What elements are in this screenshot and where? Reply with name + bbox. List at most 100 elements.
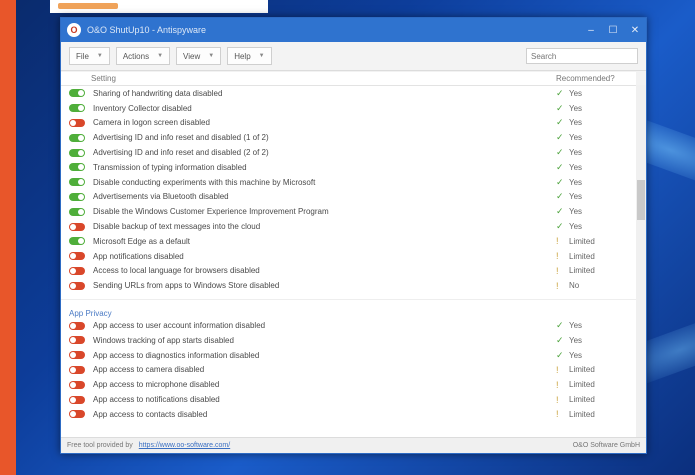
toggle-switch[interactable] xyxy=(69,365,85,374)
setting-label: App access to microphone disabled xyxy=(93,380,220,390)
group-title: App Privacy xyxy=(61,299,636,318)
toggle-switch[interactable] xyxy=(69,237,85,246)
recommended-value: Yes xyxy=(569,321,583,331)
warning-icon: ! xyxy=(556,394,559,405)
toggle-switch[interactable] xyxy=(69,133,85,142)
check-icon: ✓ xyxy=(556,176,564,187)
setting-row[interactable]: App access to user account information d… xyxy=(61,318,636,333)
toggle-switch[interactable] xyxy=(69,178,85,187)
setting-row[interactable]: Microsoft Edge as a default! Limited xyxy=(61,234,636,249)
menu-help[interactable]: Help ▼ xyxy=(227,47,272,65)
setting-label: App access to notifications disabled xyxy=(93,395,220,405)
setting-row[interactable]: App access to contacts disabled ! Limited xyxy=(61,407,636,422)
recommended-cell: ✓ Yes xyxy=(556,350,636,361)
setting-row[interactable]: App access to notifications disabled! Lim… xyxy=(61,392,636,407)
app-logo-icon: O xyxy=(67,23,81,37)
setting-row[interactable]: Access to local language for browsers di… xyxy=(61,264,636,279)
setting-label: Microsoft Edge as a default xyxy=(93,236,190,246)
toggle-switch[interactable] xyxy=(69,148,85,157)
setting-row[interactable]: App notifications disabled! Limited xyxy=(61,249,636,264)
check-icon: ✓ xyxy=(556,102,564,113)
warning-icon: ! xyxy=(556,251,559,262)
toggle-switch[interactable] xyxy=(69,281,85,290)
recommended-value: Yes xyxy=(569,133,583,143)
setting-label: Windows tracking of app starts disabled xyxy=(93,335,234,345)
toggle-switch[interactable] xyxy=(69,252,85,261)
toggle-switch[interactable] xyxy=(69,89,85,98)
recommended-value: Yes xyxy=(569,207,583,217)
check-icon: ✓ xyxy=(556,191,564,202)
toggle-switch[interactable] xyxy=(69,351,85,360)
warning-icon: ! xyxy=(556,236,559,247)
minimize-button[interactable]: – xyxy=(580,25,602,36)
toggle-switch[interactable] xyxy=(69,222,85,231)
toggle-switch[interactable] xyxy=(69,192,85,201)
toggle-switch[interactable] xyxy=(69,410,85,419)
setting-label: App access to contacts disabled xyxy=(93,409,208,419)
app-privacy-rows: App access to user account information d… xyxy=(61,318,636,422)
menu-file[interactable]: File ▼ xyxy=(69,47,110,65)
toggle-switch[interactable] xyxy=(69,207,85,216)
recommended-cell: ! Limited xyxy=(556,380,636,390)
setting-label: App notifications disabled xyxy=(93,251,184,261)
setting-row[interactable]: Transmission of typing information disab… xyxy=(61,160,636,175)
toggle-switch[interactable] xyxy=(69,380,85,389)
setting-label: Transmission of typing information disab… xyxy=(93,162,247,172)
status-bar: Free tool provided by https://www.oo-sof… xyxy=(61,437,646,453)
setting-row[interactable]: Advertisements via Bluetooth disabled ✓ Ye… xyxy=(61,190,636,205)
recommended-value: Limited xyxy=(569,236,595,246)
toggle-switch[interactable] xyxy=(69,395,85,404)
recommended-value: Yes xyxy=(569,222,583,232)
setting-row[interactable]: Sharing of handwriting data disabled ✓ Yes xyxy=(61,86,636,101)
toggle-switch[interactable] xyxy=(69,163,85,172)
chevron-down-icon: ▼ xyxy=(258,53,265,59)
column-setting[interactable]: Setting xyxy=(91,74,556,83)
setting-row[interactable]: App access to diagnostics information di… xyxy=(61,348,636,363)
toggle-switch[interactable] xyxy=(69,118,85,127)
menu-actions[interactable]: Actions ▼ xyxy=(115,47,171,65)
menu-label: Actions xyxy=(122,51,150,61)
recommended-value: Yes xyxy=(569,162,583,172)
recommended-value: Limited xyxy=(569,251,595,261)
setting-row[interactable]: Advertising ID and info reset and disabl… xyxy=(61,145,636,160)
setting-row[interactable]: Inventory Collector disabled ✓ Yes xyxy=(61,101,636,116)
setting-row[interactable]: App access to microphone disabled ! Limite… xyxy=(61,377,636,392)
recommended-value: Yes xyxy=(569,88,583,98)
maximize-button[interactable]: ☐ xyxy=(602,25,624,36)
toggle-switch[interactable] xyxy=(69,321,85,330)
setting-row[interactable]: App access to camera disabled! Limited xyxy=(61,363,636,378)
menu-view[interactable]: View ▼ xyxy=(176,47,222,65)
window-title: O&O ShutUp10 - Antispyware xyxy=(87,25,207,35)
setting-label: Inventory Collector disabled xyxy=(93,103,192,113)
setting-row[interactable]: Windows tracking of app starts disabled ✓… xyxy=(61,333,636,348)
column-recommended[interactable]: Recommended? xyxy=(556,74,636,83)
search-input[interactable] xyxy=(526,48,638,64)
setting-row[interactable]: Sending URLs from apps to Windows Store … xyxy=(61,278,636,293)
recommended-cell: ✓ Yes xyxy=(556,335,636,346)
toggle-switch[interactable] xyxy=(69,336,85,345)
recommended-cell: ! Limited xyxy=(556,236,636,246)
setting-row[interactable]: Disable backup of text messages into the… xyxy=(61,219,636,234)
setting-row[interactable]: Advertising ID and info reset and disabl… xyxy=(61,130,636,145)
scrollbar-thumb[interactable] xyxy=(637,180,645,220)
toggle-switch[interactable] xyxy=(69,266,85,275)
recommended-cell: ✓ Yes xyxy=(556,206,636,217)
setting-row[interactable]: Disable conducting experiments with this… xyxy=(61,175,636,190)
setting-label: Advertising ID and info reset and disabl… xyxy=(93,133,269,143)
recommended-cell: ! Limited xyxy=(556,266,636,276)
menu-label: File xyxy=(76,51,89,61)
settings-list: Setting Recommended? Sharing of handwrit… xyxy=(61,72,636,437)
setting-label: Disable the Windows Customer Experience … xyxy=(93,207,329,217)
close-button[interactable]: ✕ xyxy=(624,25,646,36)
toggle-switch[interactable] xyxy=(69,104,85,113)
title-bar[interactable]: O O&O ShutUp10 - Antispyware – ☐ ✕ xyxy=(61,18,646,42)
scrollbar[interactable] xyxy=(636,85,646,437)
website-link[interactable]: https://www.oo-software.com/ xyxy=(139,442,230,449)
setting-label: App access to user account information d… xyxy=(93,321,266,331)
warning-icon: ! xyxy=(556,265,559,276)
recommended-value: Limited xyxy=(569,380,595,390)
setting-row[interactable]: Camera in logon screen disabled ✓ Yes xyxy=(61,116,636,131)
recommended-cell: ! Limited xyxy=(556,409,636,419)
setting-row[interactable]: Disable the Windows Customer Experience … xyxy=(61,204,636,219)
column-header: Setting Recommended? xyxy=(61,72,636,86)
